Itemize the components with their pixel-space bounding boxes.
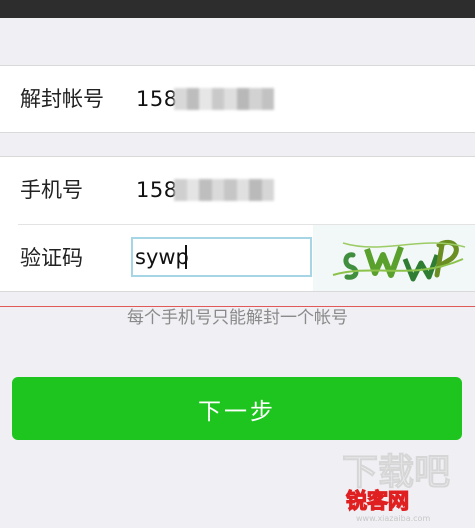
next-step-button[interactable]: 下一步 <box>12 377 462 440</box>
captcha-glyphs-icon <box>332 239 466 282</box>
captcha-input[interactable] <box>131 237 312 277</box>
hint-text: 每个手机号只能解封一个帐号 <box>127 308 348 328</box>
phone-verify-card: 手机号 158 验证码 <box>0 156 475 292</box>
status-bar <box>0 0 475 18</box>
unblock-account-card: 解封帐号 158 <box>0 65 475 133</box>
text-caret <box>185 245 187 269</box>
phone-value: 158 <box>136 178 178 202</box>
phone-mosaic-redaction <box>174 179 274 201</box>
unblock-account-label: 解封帐号 <box>20 87 104 111</box>
account-mosaic-redaction <box>174 88 274 110</box>
watermark-text-top: 下载吧 <box>342 452 450 493</box>
watermark-url: www.xiazaiba.com <box>356 514 430 523</box>
unblock-account-value: 158 <box>136 87 178 111</box>
phone-row: 手机号 158 <box>0 157 475 224</box>
captcha-image[interactable] <box>313 225 475 291</box>
captcha-row: 验证码 <box>18 224 475 292</box>
watermark-text-bottom: 锐客网 <box>346 489 409 513</box>
watermark-logo: 下载吧 锐客网 www.xiazaiba.com <box>330 448 475 524</box>
captcha-label: 验证码 <box>20 246 83 270</box>
watermark-icon: 下载吧 锐客网 www.xiazaiba.com <box>341 451 451 523</box>
unblock-account-row: 解封帐号 158 <box>0 66 475 133</box>
phone-label: 手机号 <box>20 178 83 202</box>
